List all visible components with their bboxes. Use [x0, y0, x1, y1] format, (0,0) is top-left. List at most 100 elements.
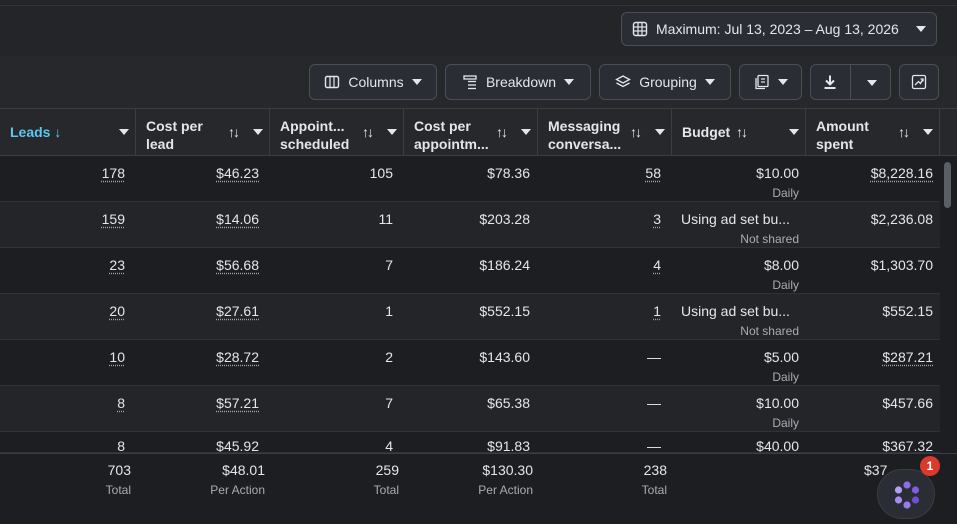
table-row[interactable]: 8 $45.92 4 $91.83 — $40.00 $367.32 [0, 432, 940, 453]
column-header-label: Cost per [414, 118, 471, 134]
assistant-button[interactable] [877, 469, 935, 519]
messaging-value[interactable]: 3 [653, 211, 661, 227]
date-range-label: Maximum: Jul 13, 2023 – Aug 13, 2026 [656, 21, 899, 37]
leads-value[interactable]: 20 [109, 303, 125, 319]
sort-arrows-icon[interactable]: ↑↓ [898, 124, 910, 140]
breakdown-button[interactable]: Breakdown [445, 64, 591, 100]
cost-per-lead-value[interactable]: $46.23 [216, 165, 259, 181]
amount-spent-value: $367.32 [882, 438, 933, 453]
leads-value[interactable]: 8 [117, 438, 125, 452]
budget-value: $10.00 [756, 165, 799, 181]
cost-per-appointment-value: $91.83 [487, 438, 530, 453]
budget-type: Daily [772, 186, 799, 200]
appointments-value: 11 [378, 211, 393, 227]
date-range-button[interactable]: Maximum: Jul 13, 2023 – Aug 13, 2026 [621, 12, 937, 46]
chevron-down-icon [704, 79, 715, 85]
messaging-value[interactable]: 4 [653, 257, 661, 273]
sort-arrows-icon[interactable]: ↑↓ [630, 124, 642, 140]
budget-value: $5.00 [763, 349, 799, 365]
breakdown-label: Breakdown [485, 74, 557, 90]
chevron-down-icon[interactable] [387, 129, 397, 135]
messaging-value: — [647, 395, 661, 411]
messaging-value[interactable]: 1 [653, 303, 661, 319]
chevron-down-icon [564, 79, 575, 85]
column-header-amount-spent[interactable]: Amount spent ↑↓ [806, 109, 940, 155]
chevron-down-icon[interactable] [867, 80, 877, 86]
total-label: Total [105, 483, 131, 497]
column-header-label: scheduled [280, 136, 350, 152]
cost-per-appointment-value: $186.24 [479, 257, 530, 273]
table-toolbar: Columns Breakdown Grouping [0, 56, 957, 108]
chart-button[interactable] [899, 64, 939, 100]
budget-type: Daily [772, 370, 799, 384]
chevron-down-icon[interactable] [789, 129, 799, 135]
layers-icon [615, 74, 632, 90]
column-header-appointments[interactable]: Appoint... scheduled ↑↓ [270, 109, 404, 155]
cost-per-lead-value[interactable]: $56.68 [216, 257, 259, 273]
report-icon [754, 74, 770, 90]
amount-spent-value: $552.15 [882, 303, 933, 319]
budget-value: $40.00 [756, 438, 799, 453]
cost-per-lead-value[interactable]: $45.92 [216, 438, 259, 452]
leads-value[interactable]: 178 [102, 165, 125, 181]
chevron-down-icon[interactable] [253, 129, 263, 135]
appointments-value: 4 [385, 438, 393, 453]
column-header-budget[interactable]: Budget ↑↓ [672, 109, 806, 155]
chevron-down-icon[interactable] [521, 129, 531, 135]
cost-per-lead-value[interactable]: $27.61 [216, 303, 259, 319]
calendar-grid-icon [632, 21, 648, 37]
column-header-label: lead [146, 136, 175, 152]
leads-value[interactable]: 10 [109, 349, 125, 365]
columns-button[interactable]: Columns [309, 64, 437, 100]
budget-type: Daily [772, 416, 799, 430]
download-icon[interactable] [822, 74, 838, 90]
amount-spent-value[interactable]: $287.21 [882, 349, 933, 365]
table-row[interactable]: 159 $14.06 11 $203.28 3 Using ad set bu.… [0, 202, 940, 248]
sort-arrows-icon[interactable]: ↑↓ [736, 124, 748, 140]
amount-spent-value[interactable]: $8,228.16 [871, 165, 933, 181]
budget-type: Not shared [740, 324, 799, 338]
column-header-label: appointm... [414, 136, 489, 152]
messaging-value: — [647, 438, 661, 453]
chevron-down-icon[interactable] [119, 129, 129, 135]
leads-value[interactable]: 8 [117, 395, 125, 411]
column-header-cost-per-lead[interactable]: Cost per lead ↑↓ [136, 109, 270, 155]
vertical-scrollbar[interactable] [940, 156, 957, 452]
appointments-value: 105 [369, 165, 393, 181]
cost-per-lead-value[interactable]: $28.72 [216, 349, 259, 365]
sort-arrows-icon[interactable]: ↑↓ [228, 124, 240, 140]
table-row[interactable]: 10 $28.72 2 $143.60 — $5.00 Daily $287.2… [0, 340, 940, 386]
cost-per-appointment-value: $552.15 [479, 303, 530, 319]
appointments-value: 7 [385, 257, 393, 273]
chevron-down-icon[interactable] [923, 129, 933, 135]
divider [850, 64, 851, 100]
column-header-label: Messaging [548, 118, 621, 134]
amount-spent-value: $457.66 [882, 395, 933, 411]
column-header-messaging[interactable]: Messaging conversa... ↑↓ [538, 109, 672, 155]
messaging-value[interactable]: 58 [645, 165, 661, 181]
table-row[interactable]: 178 $46.23 105 $78.36 58 $10.00 Daily $8… [0, 156, 940, 202]
column-header-cost-per-appointment[interactable]: Cost per appointm... ↑↓ [404, 109, 538, 155]
divider [0, 5, 957, 6]
table-row[interactable]: 8 $57.21 7 $65.38 — $10.00 Daily $457.66 [0, 386, 940, 432]
column-header-label: conversa... [548, 136, 622, 152]
sort-arrows-icon[interactable]: ↑↓ [362, 124, 374, 140]
budget-value: Using ad set bu... [681, 211, 790, 227]
table-row[interactable]: 23 $56.68 7 $186.24 4 $8.00 Daily $1,303… [0, 248, 940, 294]
sort-arrows-icon[interactable]: ↑↓ [496, 124, 508, 140]
cost-per-lead-value[interactable]: $57.21 [216, 395, 259, 411]
scrollbar-thumb[interactable] [944, 162, 951, 208]
budget-type: Daily [772, 278, 799, 292]
grouping-button[interactable]: Grouping [599, 64, 731, 100]
table-row[interactable]: 20 $27.61 1 $552.15 1 Using ad set bu...… [0, 294, 940, 340]
leads-value[interactable]: 159 [102, 211, 125, 227]
column-header-label: Budget [682, 124, 731, 140]
reports-button[interactable] [739, 64, 802, 100]
leads-value[interactable]: 23 [109, 257, 125, 273]
column-header-leads[interactable]: Leads ↓ [0, 109, 136, 155]
total-label: Per Action [210, 483, 265, 497]
cost-per-lead-value[interactable]: $14.06 [216, 211, 259, 227]
total-leads: 703 [107, 462, 131, 478]
messaging-value: — [647, 349, 661, 365]
chevron-down-icon[interactable] [655, 129, 665, 135]
